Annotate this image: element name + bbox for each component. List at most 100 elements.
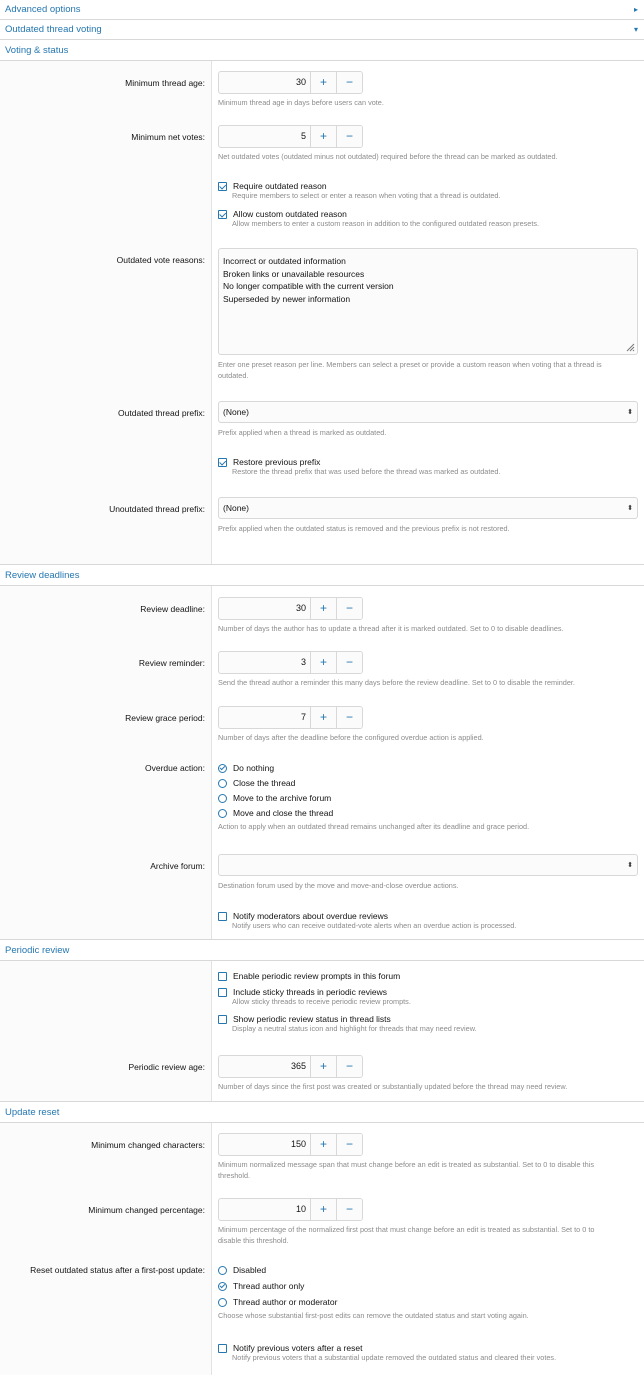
- minus-button[interactable]: −: [336, 1056, 362, 1077]
- resize-grip-icon[interactable]: [625, 342, 635, 352]
- plus-button[interactable]: +: [310, 707, 336, 728]
- overdue-label: Overdue action:: [144, 763, 205, 773]
- include-sticky-checkbox[interactable]: Include sticky threads in periodic revie…: [218, 987, 638, 997]
- notify-voters-hint: Notify previous voters that a substantia…: [232, 1353, 557, 1362]
- outdated-voting-header[interactable]: Outdated thread voting ▾: [0, 20, 644, 40]
- checkbox-label: Require outdated reason: [233, 181, 327, 191]
- radio-label: Thread author or moderator: [233, 1297, 338, 1307]
- overdue-option-close[interactable]: Close the thread: [218, 778, 638, 788]
- plus-button[interactable]: +: [310, 652, 336, 673]
- archive-label: Archive forum:: [150, 861, 205, 871]
- prefix-select[interactable]: (None) ⬍: [218, 401, 638, 423]
- plus-button[interactable]: +: [310, 72, 336, 93]
- minus-button[interactable]: −: [336, 598, 362, 619]
- pct-input[interactable]: 10: [219, 1199, 310, 1220]
- periodic-review-section: Periodic review age: Enable periodic rev…: [0, 961, 644, 1101]
- overdue-hint: Action to apply when an outdated thread …: [218, 822, 530, 831]
- restore-prefix-hint: Restore the thread prefix that was used …: [232, 467, 501, 476]
- checkbox-icon: [218, 1344, 227, 1353]
- periodic-age-input[interactable]: 365: [219, 1056, 310, 1077]
- overdue-option-move-close[interactable]: Move and close the thread: [218, 808, 638, 818]
- reset-after-label: Reset outdated status after a first-post…: [30, 1265, 205, 1275]
- minus-button[interactable]: −: [336, 72, 362, 93]
- checkbox-checked-icon: [218, 182, 227, 191]
- checkbox-label: Restore previous prefix: [233, 457, 321, 467]
- plus-button[interactable]: +: [310, 598, 336, 619]
- reasons-hint: Enter one preset reason per line. Member…: [218, 360, 638, 381]
- chevron-right-icon: ▸: [633, 5, 638, 14]
- outdated-voting-title: Outdated thread voting: [5, 24, 102, 35]
- checkbox-label: Notify moderators about overdue reviews: [233, 911, 388, 921]
- include-sticky-hint: Allow sticky threads to receive periodic…: [232, 997, 411, 1006]
- reasons-label: Outdated vote reasons:: [116, 255, 205, 265]
- plus-button[interactable]: +: [310, 126, 336, 147]
- checkbox-icon: [218, 1015, 227, 1024]
- hint-line: Minimum normalized message span that mus…: [218, 1160, 594, 1169]
- radio-icon: [218, 779, 227, 788]
- enable-periodic-checkbox[interactable]: Enable periodic review prompts in this f…: [218, 971, 638, 981]
- plus-button[interactable]: +: [310, 1056, 336, 1077]
- review-deadlines-section: Review deadline: Review reminder: Review…: [0, 586, 644, 939]
- select-arrow-icon: ⬍: [627, 409, 633, 416]
- notify-mods-hint: Notify users who can receive outdated-vo…: [232, 921, 517, 930]
- pct-label: Minimum changed percentage:: [88, 1205, 205, 1215]
- overdue-option-move[interactable]: Move to the archive forum: [218, 793, 638, 803]
- chars-input[interactable]: 150: [219, 1134, 310, 1155]
- radio-label: Move and close the thread: [233, 808, 334, 818]
- minus-button[interactable]: −: [336, 1134, 362, 1155]
- hint-line: threshold.: [218, 1170, 251, 1180]
- reset-option-author-mod[interactable]: Thread author or moderator: [218, 1297, 638, 1307]
- checkbox-label: Show periodic review status in thread li…: [233, 1014, 391, 1024]
- periodic-age-label: Periodic review age:: [128, 1062, 205, 1072]
- radio-label: Move to the archive forum: [233, 793, 332, 803]
- plus-button[interactable]: +: [310, 1199, 336, 1220]
- show-status-checkbox[interactable]: Show periodic review status in thread li…: [218, 1014, 638, 1024]
- reset-option-author[interactable]: Thread author only: [218, 1281, 638, 1291]
- select-value: (None): [223, 407, 249, 417]
- reasons-textarea[interactable]: Incorrect or outdated information Broken…: [218, 248, 638, 355]
- min-age-input[interactable]: 30: [219, 72, 310, 93]
- radio-selected-icon: [218, 1282, 227, 1291]
- restore-prefix-checkbox[interactable]: Restore previous prefix: [218, 457, 638, 467]
- radio-label: Disabled: [233, 1265, 267, 1275]
- overdue-option-nothing[interactable]: Do nothing: [218, 763, 638, 773]
- min-votes-hint: Net outdated votes (outdated minus not o…: [218, 152, 558, 161]
- minus-button[interactable]: −: [336, 707, 362, 728]
- reason-line: Incorrect or outdated information: [223, 256, 346, 266]
- section-title: Voting & status: [5, 44, 69, 56]
- archive-hint: Destination forum used by the move and m…: [218, 881, 459, 890]
- min-votes-input[interactable]: 5: [219, 126, 310, 147]
- min-age-label: Minimum thread age:: [125, 78, 205, 88]
- checkbox-checked-icon: [218, 458, 227, 467]
- notify-mods-checkbox[interactable]: Notify moderators about overdue reviews: [218, 911, 638, 921]
- grace-label: Review grace period:: [125, 713, 205, 723]
- reset-option-disabled[interactable]: Disabled: [218, 1265, 638, 1275]
- deadline-input[interactable]: 30: [219, 598, 310, 619]
- select-value: (None): [223, 503, 249, 513]
- plus-button[interactable]: +: [310, 1134, 336, 1155]
- reminder-hint: Send the thread author a reminder this m…: [218, 678, 575, 687]
- require-reason-checkbox[interactable]: Require outdated reason: [218, 181, 638, 191]
- allow-custom-checkbox[interactable]: Allow custom outdated reason: [218, 209, 638, 219]
- hint-line: Minimum percentage of the normalized fir…: [218, 1225, 595, 1234]
- notify-voters-checkbox[interactable]: Notify previous voters after a reset: [218, 1343, 638, 1353]
- radio-label: Thread author only: [233, 1281, 305, 1291]
- reason-line: Broken links or unavailable resources: [223, 268, 365, 279]
- minus-button[interactable]: −: [336, 126, 362, 147]
- reminder-input[interactable]: 3: [219, 652, 310, 673]
- radio-icon: [218, 794, 227, 803]
- voting-status-section: Minimum thread age: Minimum net votes: O…: [0, 61, 644, 564]
- advanced-options-header[interactable]: Advanced options ▸: [0, 0, 644, 20]
- archive-select[interactable]: ⬍: [218, 854, 638, 876]
- periodic-review-heading: Periodic review: [0, 939, 644, 961]
- checkbox-icon: [218, 988, 227, 997]
- minus-button[interactable]: −: [336, 1199, 362, 1220]
- reset-after-hint: Choose whose substantial first-post edit…: [218, 1311, 529, 1320]
- grace-input[interactable]: 7: [219, 707, 310, 728]
- prefix-label: Outdated thread prefix:: [118, 408, 205, 418]
- hint-line: outdated.: [218, 370, 249, 380]
- unprefix-select[interactable]: (None) ⬍: [218, 497, 638, 519]
- chars-label: Minimum changed characters:: [91, 1140, 205, 1150]
- allow-custom-hint: Allow members to enter a custom reason i…: [232, 219, 540, 228]
- minus-button[interactable]: −: [336, 652, 362, 673]
